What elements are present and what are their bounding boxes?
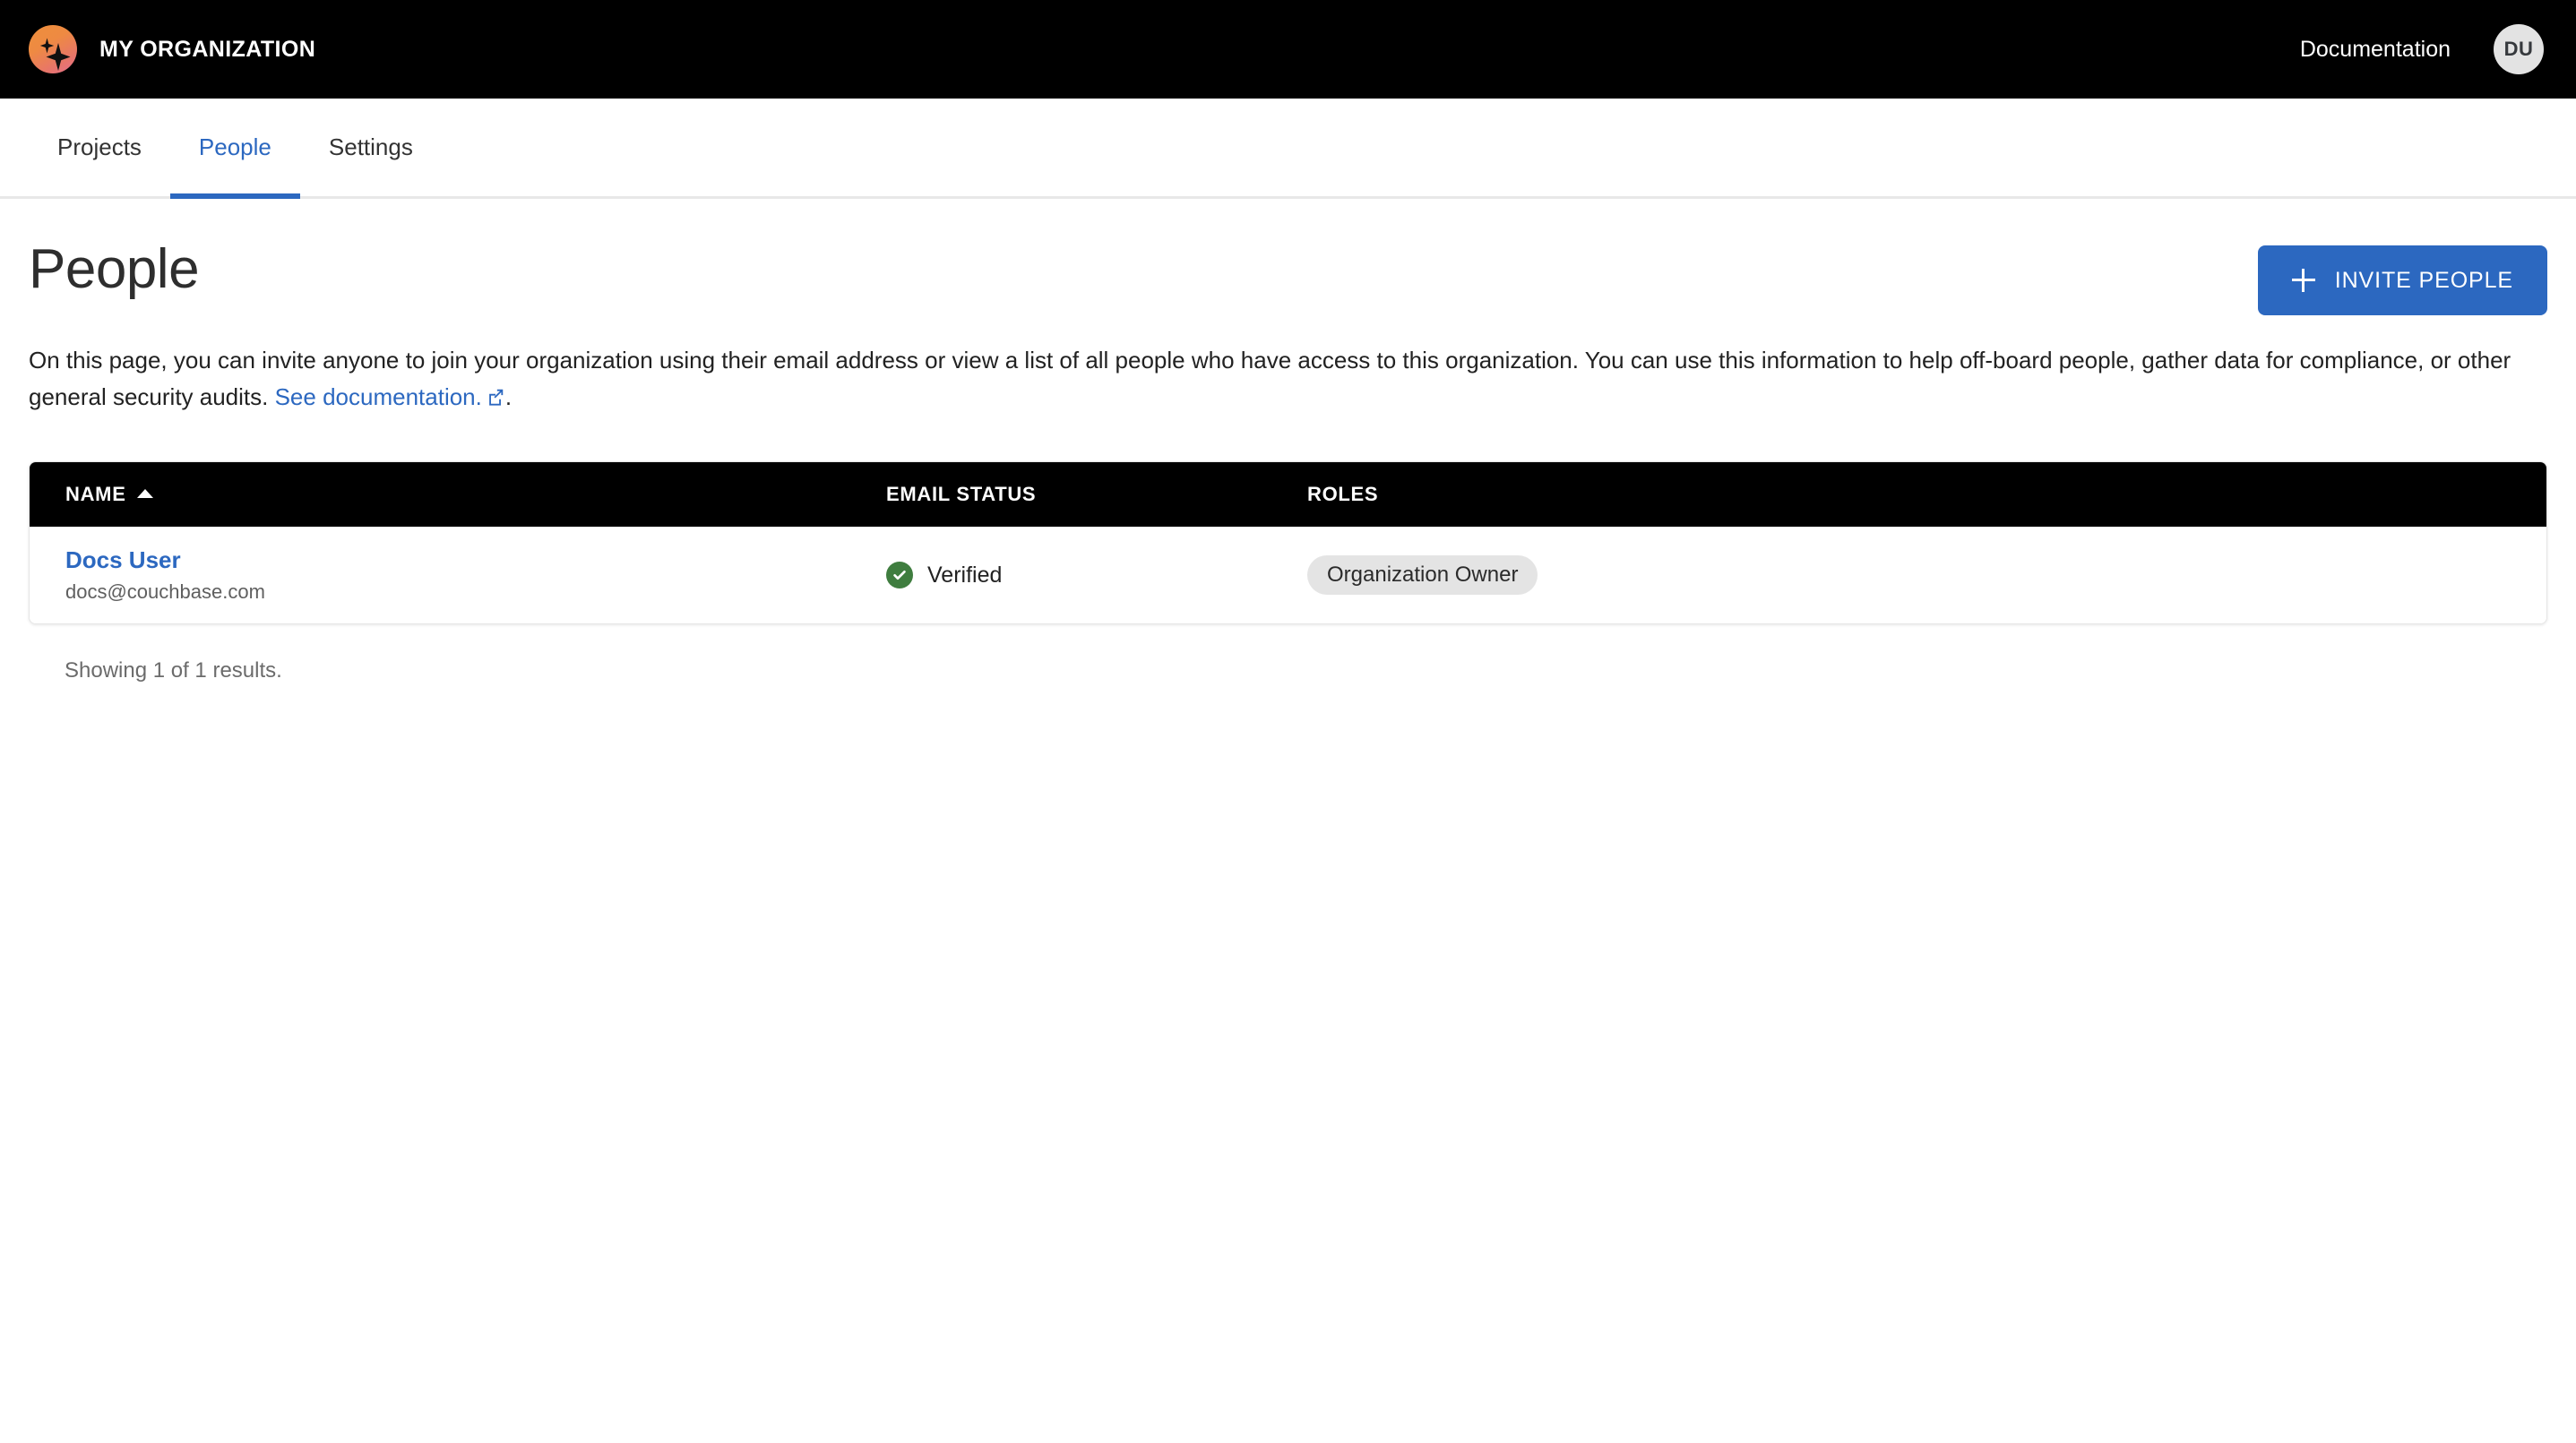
cell-email-status: Verified [872, 527, 1293, 624]
page-description-trailing: . [504, 382, 513, 410]
column-header-name[interactable]: NAME [30, 462, 872, 528]
people-table: NAME EMAIL STATUS ROLES Docs User docs@c… [30, 462, 2546, 624]
people-table-body: Docs User docs@couchbase.com Verified Or… [30, 527, 2546, 624]
organization-title: MY ORGANIZATION [99, 36, 316, 62]
see-documentation-link[interactable]: See documentation. [275, 383, 505, 410]
plus-icon [2291, 269, 2315, 292]
page-header: People INVITE PEOPLE [29, 199, 2547, 315]
people-table-head: NAME EMAIL STATUS ROLES [30, 462, 2546, 528]
invite-people-button[interactable]: INVITE PEOPLE [2257, 245, 2547, 315]
people-table-card: NAME EMAIL STATUS ROLES Docs User docs@c… [29, 461, 2547, 625]
tab-settings[interactable]: Settings [300, 99, 442, 196]
email-status-label: Verified [927, 562, 1003, 588]
page-title: People [29, 238, 200, 300]
column-header-roles[interactable]: ROLES [1293, 462, 2546, 528]
invite-people-button-label: INVITE PEOPLE [2334, 267, 2513, 293]
results-count-note: Showing 1 of 1 results. [65, 658, 282, 683]
tab-projects-label: Projects [57, 133, 142, 160]
sort-ascending-icon [136, 489, 153, 499]
tab-people-underline [169, 193, 300, 199]
user-name-link[interactable]: Docs User [65, 546, 857, 574]
user-avatar[interactable]: DU [2494, 24, 2544, 74]
tab-people-label: People [198, 133, 271, 160]
external-link-icon [486, 381, 505, 417]
column-header-roles-label: ROLES [1307, 483, 1379, 506]
user-email: docs@couchbase.com [65, 580, 265, 604]
tab-projects[interactable]: Projects [29, 99, 170, 196]
column-header-name-label: NAME [65, 483, 126, 506]
role-badge: Organization Owner [1307, 555, 1538, 596]
see-documentation-link-label: See documentation. [274, 382, 482, 410]
table-row[interactable]: Docs User docs@couchbase.com Verified Or… [30, 527, 2546, 624]
organization-tab-bar: Projects People Settings [0, 99, 2576, 199]
main-content: People INVITE PEOPLE On this page, you c… [0, 199, 2576, 683]
table-header-row: NAME EMAIL STATUS ROLES [30, 462, 2546, 528]
page-description: On this page, you can invite anyone to j… [29, 342, 2546, 417]
cell-name: Docs User docs@couchbase.com [30, 527, 872, 624]
documentation-link[interactable]: Documentation [2300, 37, 2451, 63]
cell-roles: Organization Owner [1293, 527, 2546, 624]
tab-people[interactable]: People [169, 99, 300, 199]
sparkle-logo-icon[interactable] [29, 25, 77, 73]
email-status: Verified [886, 562, 1279, 589]
top-navigation-bar: MY ORGANIZATION Documentation DU [0, 0, 2576, 99]
column-header-email-status[interactable]: EMAIL STATUS [872, 462, 1293, 528]
verified-check-icon [886, 562, 913, 589]
column-header-email-status-label: EMAIL STATUS [886, 483, 1037, 506]
tab-settings-label: Settings [328, 133, 413, 160]
